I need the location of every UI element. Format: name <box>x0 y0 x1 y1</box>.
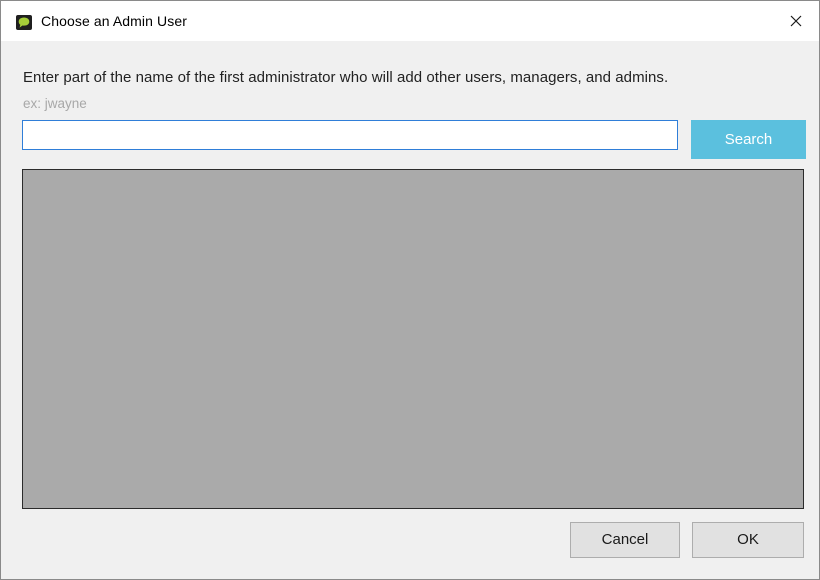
search-input[interactable] <box>22 120 678 150</box>
close-button[interactable] <box>773 1 819 41</box>
ok-button[interactable]: OK <box>692 522 804 558</box>
chat-bubble-icon <box>16 15 32 30</box>
window-title: Choose an Admin User <box>41 13 187 29</box>
instructions-text: Enter part of the name of the first admi… <box>23 69 669 86</box>
cancel-button[interactable]: Cancel <box>570 522 680 558</box>
search-button[interactable]: Search <box>691 120 806 159</box>
close-icon <box>790 15 802 27</box>
title-bar[interactable]: Choose an Admin User <box>1 1 819 41</box>
choose-admin-user-dialog: Choose an Admin User Enter part of the n… <box>0 0 820 580</box>
example-hint: ex: jwayne <box>23 96 87 111</box>
results-list[interactable] <box>22 169 804 509</box>
